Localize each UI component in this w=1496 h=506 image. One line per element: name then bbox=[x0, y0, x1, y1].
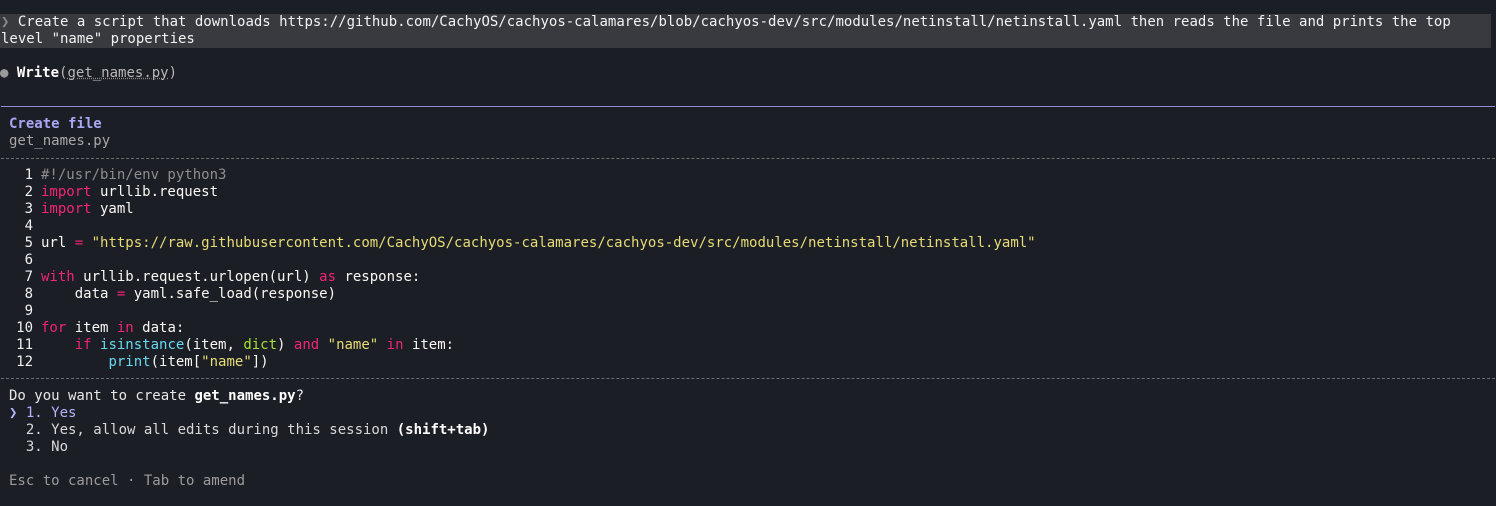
line-number: 12 bbox=[16, 354, 33, 370]
code-type: dict bbox=[243, 337, 278, 353]
code-text: urllib.request.urlopen(url) bbox=[74, 269, 320, 285]
code-keyword: and bbox=[293, 337, 320, 353]
code-keyword: with bbox=[41, 269, 75, 285]
code-text: response: bbox=[336, 269, 421, 285]
code-line: 5 url = "https://raw.githubusercontent.co… bbox=[0, 235, 1036, 252]
code-line: 8 data = yaml.safe_load(response) bbox=[0, 286, 1036, 303]
code-text: (item, bbox=[184, 337, 244, 353]
code-line: 9 bbox=[0, 303, 1036, 320]
code-line: 2 import urllib.request bbox=[0, 184, 1036, 201]
keyboard-hint-footer: Esc to cancel · Tab to amend bbox=[9, 473, 246, 489]
user-prompt: ❯ Create a script that downloads https:/… bbox=[0, 14, 1491, 48]
tool-path-link[interactable]: get_names.py bbox=[67, 65, 168, 81]
code-text: urllib.request bbox=[91, 184, 219, 200]
question-text: Do you want to create bbox=[9, 388, 195, 404]
code-top-divider bbox=[1, 158, 1495, 159]
code-line: 7 with urllib.request.urlopen(url) as res… bbox=[0, 269, 1036, 286]
option-label: 2. Yes, allow all edits during this sess… bbox=[25, 422, 397, 438]
code-text: item: bbox=[403, 337, 455, 353]
line-number: 9 bbox=[24, 303, 33, 319]
code-line: 4 bbox=[0, 218, 1036, 235]
code-keyword: in bbox=[116, 320, 134, 336]
tool-call-line: ● Write(get_names.py) bbox=[0, 65, 177, 82]
code-line: 12 print(item["name"]) bbox=[0, 354, 1036, 371]
status-dot-icon: ● bbox=[0, 65, 9, 81]
tool-name: Write bbox=[16, 65, 60, 81]
code-line: 6 bbox=[0, 252, 1036, 269]
code-text: ) bbox=[277, 337, 294, 353]
option-yes-allow-all[interactable]: 2. Yes, allow all edits during this sess… bbox=[9, 422, 490, 439]
code-text: (item[ bbox=[150, 354, 202, 370]
line-number: 11 bbox=[16, 337, 33, 353]
code-text: data: bbox=[133, 320, 185, 336]
code-text: yaml.safe_load(response) bbox=[125, 286, 337, 302]
option-label: 1. Yes bbox=[25, 405, 77, 421]
code-keyword: import bbox=[41, 201, 92, 217]
tool-close-paren: ) bbox=[168, 65, 178, 81]
line-number: 6 bbox=[24, 252, 33, 268]
prompt-text: Create a script that downloads https://g… bbox=[1, 14, 1460, 47]
code-line: 11 if isinstance(item, dict) and "name" … bbox=[0, 337, 1036, 354]
code-text: ]) bbox=[251, 354, 269, 370]
code-builtin: isinstance bbox=[100, 337, 185, 353]
code-string: "name" bbox=[327, 337, 379, 353]
line-number: 2 bbox=[24, 184, 33, 200]
code-line: 1 #!/usr/bin/env python3 bbox=[0, 167, 1036, 184]
code-text: data bbox=[74, 286, 117, 302]
question-mark: ? bbox=[295, 388, 305, 404]
line-number: 5 bbox=[24, 235, 33, 251]
option-label: 3. No bbox=[25, 439, 69, 455]
code-text: yaml bbox=[91, 201, 134, 217]
prompt-chevron-icon: ❯ bbox=[1, 14, 10, 30]
option-marker bbox=[9, 422, 26, 438]
code-preview: 1 #!/usr/bin/env python3 2 import urllib.r… bbox=[0, 167, 1036, 371]
code-line: 3 import yaml bbox=[0, 201, 1036, 218]
create-file-name: get_names.py bbox=[9, 133, 111, 149]
line-number: 1 bbox=[24, 167, 33, 183]
code-operator: = bbox=[74, 235, 84, 251]
code-bottom-divider bbox=[1, 378, 1495, 379]
panel-top-border bbox=[1, 106, 1495, 107]
code-string: "https://raw.githubusercontent.com/Cachy… bbox=[91, 235, 1036, 251]
option-yes[interactable]: ❯ 1. Yes bbox=[9, 405, 489, 422]
option-no[interactable]: 3. No bbox=[9, 439, 489, 456]
create-file-title: Create file bbox=[9, 116, 102, 132]
line-number: 7 bbox=[24, 269, 33, 285]
code-builtin: print bbox=[108, 354, 151, 370]
line-number: 10 bbox=[16, 320, 33, 336]
code-keyword: for bbox=[41, 320, 67, 336]
code-line: 10 for item in data: bbox=[0, 320, 1036, 337]
code-comment: #!/usr/bin/env python3 bbox=[41, 167, 227, 183]
question-filename: get_names.py bbox=[194, 388, 296, 404]
code-keyword: if bbox=[74, 337, 92, 353]
option-marker bbox=[9, 439, 26, 455]
line-number: 4 bbox=[24, 218, 33, 234]
line-number: 8 bbox=[24, 286, 33, 302]
confirm-options: ❯ 1. Yes 2. Yes, allow all edits during … bbox=[9, 405, 489, 456]
option-shortcut-hint: (shift+tab) bbox=[396, 422, 490, 438]
confirm-question: Do you want to create get_names.py? bbox=[9, 388, 304, 405]
selection-chevron-icon: ❯ bbox=[9, 405, 26, 421]
code-keyword: in bbox=[386, 337, 404, 353]
code-text: url bbox=[41, 235, 75, 251]
line-number: 3 bbox=[24, 201, 33, 217]
code-keyword: import bbox=[41, 184, 92, 200]
code-string: "name" bbox=[201, 354, 252, 370]
code-text: item bbox=[66, 320, 117, 336]
code-keyword: as bbox=[319, 269, 337, 285]
